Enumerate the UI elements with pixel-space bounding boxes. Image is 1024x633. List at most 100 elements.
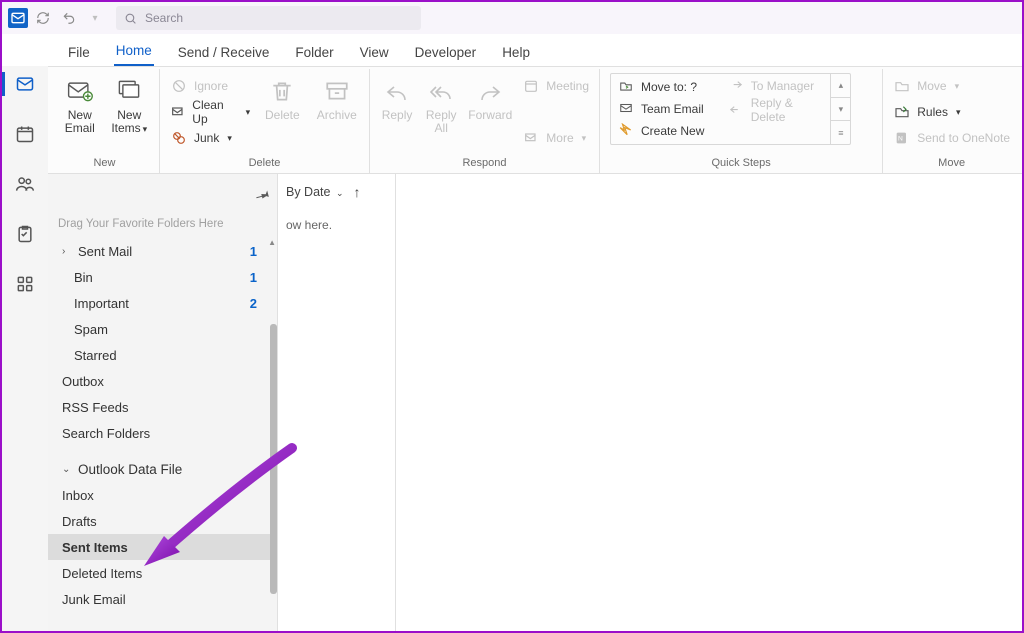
rules-icon bbox=[893, 103, 911, 121]
sort-label: By Date bbox=[286, 185, 330, 199]
cleanup-icon bbox=[170, 103, 186, 121]
folder-label: Bin bbox=[74, 270, 93, 285]
qs-create-new[interactable]: Create New bbox=[619, 123, 713, 140]
folder-label: Junk Email bbox=[62, 592, 126, 607]
cleanup-button[interactable]: Clean Up▾ bbox=[170, 101, 250, 123]
rail-more-icon[interactable] bbox=[11, 270, 39, 298]
ribbon: New Email New Items▾ New bbox=[48, 66, 1022, 174]
tab-folder[interactable]: Folder bbox=[293, 39, 335, 66]
folder-label: Outbox bbox=[62, 374, 104, 389]
forward-icon bbox=[473, 75, 507, 107]
delete-icon bbox=[265, 75, 299, 107]
folder-label: Inbox bbox=[62, 488, 94, 503]
search-box[interactable]: Search bbox=[116, 6, 421, 30]
forward-button[interactable]: Forward bbox=[468, 73, 512, 122]
folder-important[interactable]: Important2 bbox=[48, 290, 277, 316]
qat-sync-icon[interactable] bbox=[32, 7, 54, 29]
folder-spam[interactable]: Spam bbox=[48, 316, 277, 342]
title-bar: ▾ Search bbox=[2, 2, 1022, 34]
ignore-icon bbox=[170, 77, 188, 95]
qs-team-email-label: Team Email bbox=[641, 102, 704, 116]
quick-steps-scroll[interactable]: ▴▾≡ bbox=[830, 74, 850, 144]
tab-home[interactable]: Home bbox=[114, 37, 154, 66]
ribbon-group-delete-label: Delete bbox=[170, 155, 359, 171]
folder-outbox[interactable]: Outbox bbox=[48, 368, 277, 394]
respond-more-button[interactable]: More▾ bbox=[522, 127, 589, 149]
meeting-button[interactable]: Meeting bbox=[522, 75, 589, 97]
folder-search-folders[interactable]: Search Folders bbox=[48, 420, 277, 446]
search-icon bbox=[124, 12, 137, 25]
archive-label: Archive bbox=[317, 109, 357, 122]
qs-to-manager[interactable]: To Manager bbox=[729, 77, 823, 94]
rail-mail-icon[interactable] bbox=[11, 70, 39, 98]
folder-bin[interactable]: Bin1 bbox=[48, 264, 277, 290]
send-onenote-button[interactable]: N Send to OneNote bbox=[893, 127, 1010, 149]
pin-icon[interactable] bbox=[255, 187, 271, 206]
to-manager-icon bbox=[729, 77, 743, 94]
qs-team-email[interactable]: Team Email bbox=[619, 101, 713, 118]
reply-all-button[interactable]: Reply All bbox=[424, 73, 458, 135]
junk-label: Junk bbox=[194, 131, 219, 145]
reply-button[interactable]: Reply bbox=[380, 73, 414, 122]
folder-deleted-items[interactable]: Deleted Items bbox=[48, 560, 277, 586]
folder-drafts[interactable]: Drafts bbox=[48, 508, 277, 534]
rail-people-icon[interactable] bbox=[11, 170, 39, 198]
tab-view[interactable]: View bbox=[358, 39, 391, 66]
new-items-label: New Items bbox=[111, 108, 141, 135]
new-items-button[interactable]: New Items▾ bbox=[110, 73, 150, 135]
folder-pane: Drag Your Favorite Folders Here ▲ ›Sent … bbox=[48, 174, 278, 631]
qat-undo-icon[interactable] bbox=[58, 7, 80, 29]
folder-tree[interactable]: ▲ ›Sent Mail1 Bin1 Important2 Spam Starr… bbox=[48, 238, 277, 631]
folder-starred[interactable]: Starred bbox=[48, 342, 277, 368]
reply-label: Reply bbox=[382, 109, 413, 122]
folder-label: Sent Items bbox=[62, 540, 128, 555]
delete-button[interactable]: Delete bbox=[260, 73, 304, 122]
respond-more-label: More bbox=[546, 131, 573, 145]
ribbon-group-new-label: New bbox=[60, 155, 149, 171]
folder-section-label: Outlook Data File bbox=[78, 462, 182, 477]
reply-all-label: Reply All bbox=[426, 109, 457, 135]
folder-inbox[interactable]: Inbox bbox=[48, 482, 277, 508]
sort-by-date[interactable]: By Date ⌄ bbox=[286, 185, 344, 199]
folder-junk-email[interactable]: Junk Email bbox=[48, 586, 277, 612]
folder-sent-items[interactable]: Sent Items bbox=[48, 534, 277, 560]
new-email-button[interactable]: New Email bbox=[60, 73, 100, 135]
sort-direction-icon[interactable]: ↑ bbox=[354, 184, 361, 200]
folder-rss-feeds[interactable]: RSS Feeds bbox=[48, 394, 277, 420]
tab-send-receive[interactable]: Send / Receive bbox=[176, 39, 272, 66]
folder-label: Search Folders bbox=[62, 426, 150, 441]
reading-pane bbox=[396, 174, 1022, 631]
rail-tasks-icon[interactable] bbox=[11, 220, 39, 248]
onenote-label: Send to OneNote bbox=[917, 131, 1010, 145]
folder-label: Deleted Items bbox=[62, 566, 142, 581]
onenote-icon: N bbox=[893, 129, 911, 147]
team-email-icon bbox=[619, 101, 633, 118]
move-icon bbox=[893, 77, 911, 95]
folder-count: 2 bbox=[250, 296, 267, 311]
move-button[interactable]: Move▾ bbox=[893, 75, 1010, 97]
folder-scrollbar[interactable] bbox=[270, 238, 277, 631]
qs-reply-delete[interactable]: Reply & Delete bbox=[729, 96, 823, 124]
qat-customize-icon[interactable]: ▾ bbox=[84, 7, 106, 29]
rail-calendar-icon[interactable] bbox=[11, 120, 39, 148]
reply-delete-icon bbox=[729, 102, 743, 119]
cleanup-label: Clean Up bbox=[192, 98, 237, 126]
rules-button[interactable]: Rules▾ bbox=[893, 101, 1010, 123]
tab-developer[interactable]: Developer bbox=[413, 39, 479, 66]
folder-section-outlook-data-file[interactable]: ⌄Outlook Data File bbox=[48, 456, 277, 482]
respond-more-icon bbox=[522, 129, 540, 147]
tab-file[interactable]: File bbox=[66, 39, 92, 66]
quick-steps-gallery[interactable]: Move to: ? Team Email Create New To Mana… bbox=[610, 73, 851, 145]
qs-move-to[interactable]: Move to: ? bbox=[619, 79, 713, 96]
new-email-label: New Email bbox=[65, 109, 95, 135]
tab-help[interactable]: Help bbox=[500, 39, 532, 66]
archive-icon bbox=[320, 75, 354, 107]
rules-label: Rules bbox=[917, 105, 948, 119]
archive-button[interactable]: Archive bbox=[315, 73, 359, 122]
ignore-button[interactable]: Ignore bbox=[170, 75, 250, 97]
chevron-right-icon: › bbox=[62, 246, 72, 257]
junk-button[interactable]: Junk▾ bbox=[170, 127, 250, 149]
folder-label: RSS Feeds bbox=[62, 400, 128, 415]
folder-sent-mail[interactable]: ›Sent Mail1 bbox=[48, 238, 277, 264]
reply-all-icon bbox=[424, 75, 458, 107]
